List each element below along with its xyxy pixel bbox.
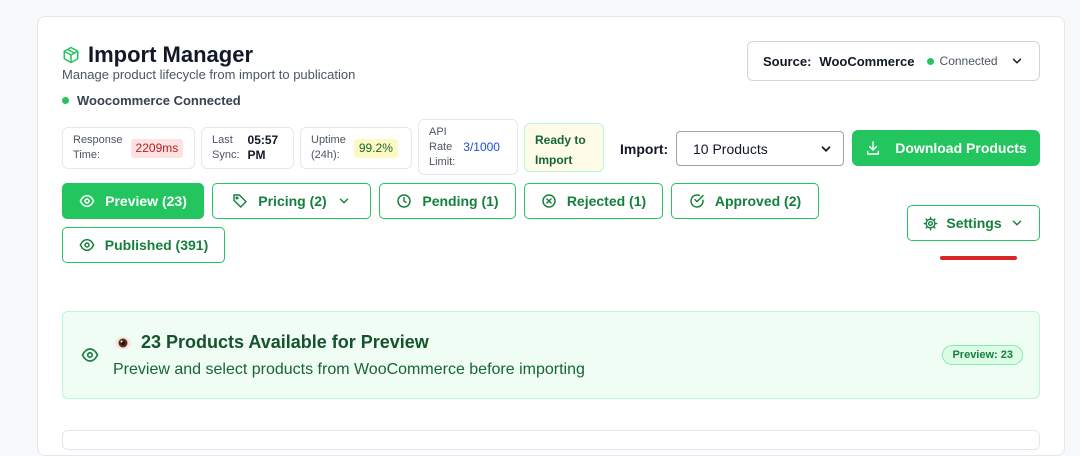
tab-preview[interactable]: Preview (23) xyxy=(62,183,204,219)
import-quantity-value: 10 Products xyxy=(693,140,768,157)
tab-pricing[interactable]: Pricing (2) xyxy=(212,183,371,219)
settings-label: Settings xyxy=(946,215,1002,231)
status-dot-icon xyxy=(926,57,934,65)
eye-icon xyxy=(81,346,99,364)
clock-icon xyxy=(396,193,412,209)
eye-emoji-icon xyxy=(113,335,133,351)
source-selector[interactable]: Source: WooCommerce Connected xyxy=(747,41,1040,81)
source-label: Source: xyxy=(763,53,812,69)
chevron-down-icon xyxy=(1010,216,1024,230)
tab-preview-label: Preview (23) xyxy=(105,193,187,209)
last-sync-stat: Last Sync: 05:57 PM xyxy=(201,127,294,169)
connection-status-label: Woocommerce Connected xyxy=(77,93,241,108)
response-time-value: 2209ms xyxy=(130,138,184,158)
ready-status-badge: Ready to Import xyxy=(524,123,604,172)
source-value: WooCommerce xyxy=(819,53,915,69)
panel-description: Preview and select products from WooComm… xyxy=(113,361,585,378)
last-sync-label: Last Sync: xyxy=(212,134,240,161)
check-circle-icon xyxy=(689,193,705,209)
import-label: Import: xyxy=(620,141,669,157)
response-time-label: Response Time: xyxy=(73,134,123,161)
eye-icon xyxy=(79,237,95,253)
import-quantity-select[interactable]: 10 Products xyxy=(676,131,844,166)
tab-approved[interactable]: Approved (2) xyxy=(671,183,819,219)
response-time-stat: Response Time: 2209ms xyxy=(62,127,195,169)
page-subtitle: Manage product lifecycle from import to … xyxy=(62,67,356,82)
settings-button[interactable]: Settings xyxy=(907,205,1040,241)
api-rate-label: API Rate Limit: xyxy=(429,125,456,168)
tag-icon xyxy=(232,193,248,209)
x-circle-icon xyxy=(541,193,557,209)
chevron-down-icon xyxy=(337,194,351,208)
tab-pricing-label: Pricing (2) xyxy=(258,193,327,209)
api-rate-value: 3/1000 xyxy=(463,139,500,154)
chevron-down-icon xyxy=(819,142,833,156)
red-underline-annotation xyxy=(940,256,1017,260)
eye-icon xyxy=(79,193,95,209)
uptime-value: 99.2% xyxy=(353,138,398,158)
tab-published-label: Published (391) xyxy=(104,237,209,253)
tab-rejected-label: Rejected (1) xyxy=(566,193,647,209)
preview-count-badge: Preview: 23 xyxy=(942,345,1023,365)
tab-published[interactable]: Published (391) xyxy=(62,227,225,263)
source-status: Connected xyxy=(939,54,998,68)
product-list-card xyxy=(62,430,1040,450)
gear-icon xyxy=(923,216,938,231)
uptime-stat: Uptime (24h): 99.2% xyxy=(300,127,412,169)
download-products-label: Download Products xyxy=(895,140,1027,156)
connection-status: Woocommerce Connected xyxy=(62,93,241,108)
panel-title-text: 23 Products Available for Preview xyxy=(141,332,429,352)
package-icon xyxy=(62,46,80,64)
api-rate-stat: API Rate Limit: 3/1000 xyxy=(418,119,518,175)
tab-approved-label: Approved (2) xyxy=(714,193,802,209)
tab-rejected[interactable]: Rejected (1) xyxy=(524,183,663,219)
tab-pending-label: Pending (1) xyxy=(422,193,499,209)
chevron-down-icon xyxy=(1010,54,1024,68)
preview-info-panel: 23 Products Available for Preview Previe… xyxy=(62,311,1040,399)
panel-title: 23 Products Available for Preview xyxy=(113,332,429,353)
download-icon xyxy=(865,140,881,156)
last-sync-value: 05:57 PM xyxy=(247,133,279,162)
download-products-button[interactable]: Download Products xyxy=(852,130,1040,166)
status-dot-icon xyxy=(62,97,69,104)
uptime-label: Uptime (24h): xyxy=(311,134,346,161)
tab-pending[interactable]: Pending (1) xyxy=(379,183,516,219)
page-title: Import Manager xyxy=(88,42,254,67)
title-row: Import Manager xyxy=(62,42,253,68)
